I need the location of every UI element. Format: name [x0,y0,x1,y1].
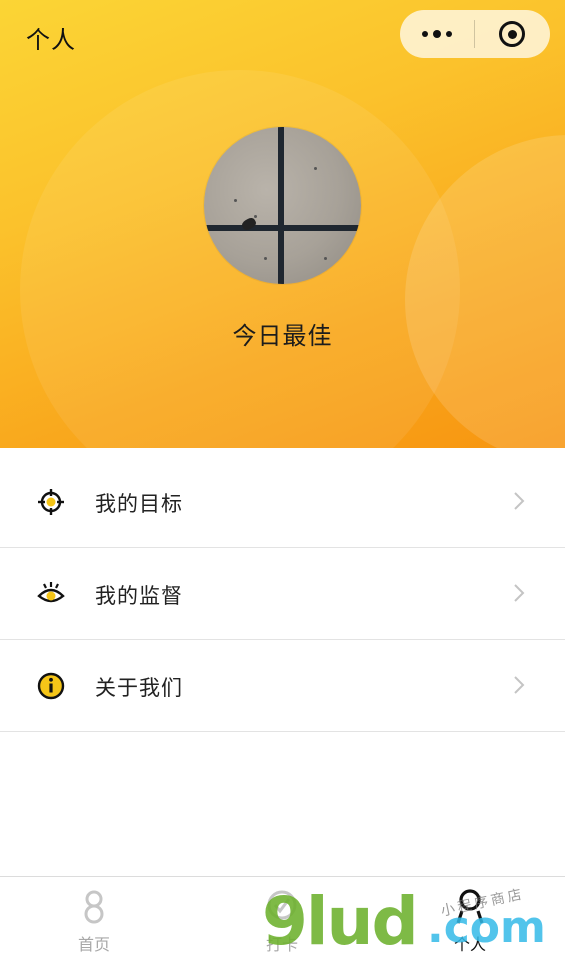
menu-item-my-supervision[interactable]: 我的监督 [0,548,565,640]
menu-item-my-goals[interactable]: 我的目标 [0,456,565,548]
target-crosshair-icon [38,489,64,515]
tab-label: 首页 [77,935,110,954]
tab-label: 个人 [453,935,486,954]
user-nickname: 今日最佳 [232,322,333,350]
menu-item-label: 关于我们 [95,676,183,700]
chevron-right-icon [514,492,525,510]
checkin-icon [267,890,297,920]
menu-item-label: 我的目标 [95,492,183,516]
avatar[interactable] [204,127,361,284]
tab-label: 打卡 [265,935,298,954]
menu-item-about-us[interactable]: 关于我们 [0,640,565,732]
tab-me[interactable]: 个人 [376,877,564,960]
tab-checkin[interactable]: 打卡 [188,877,376,960]
chevron-right-icon [514,584,525,602]
eye-icon [37,582,65,603]
profile-header: 个人 今日最佳 [0,0,565,448]
miniprogram-capsule [400,10,550,58]
menu-list: 我的目标 我的监督 关于我们 [0,456,565,732]
chevron-right-icon [514,676,525,694]
tab-home[interactable]: 首页 [0,877,188,960]
person-icon [456,889,484,924]
info-icon [37,672,65,700]
page-title: 个人 [26,26,76,54]
infinity-icon [84,890,104,924]
more-dots-icon[interactable] [400,10,474,58]
target-close-icon[interactable] [475,10,549,58]
menu-item-label: 我的监督 [95,584,183,608]
bottom-tab-bar: 首页 打卡 个人 [0,876,565,960]
